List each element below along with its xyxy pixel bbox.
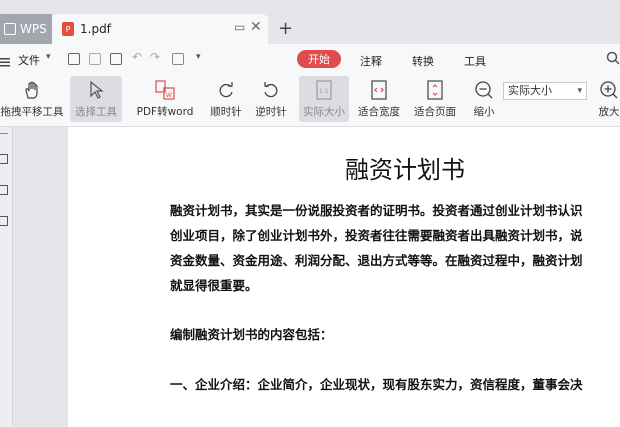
- fit-page-icon: [424, 79, 446, 101]
- rotate-clockwise-button[interactable]: 顺时针: [206, 76, 246, 122]
- tab-document[interactable]: P 1.pdf ▭ ✕: [52, 14, 268, 44]
- fit-width-icon: [368, 79, 390, 101]
- menu-start[interactable]: 开始: [297, 50, 341, 68]
- zoom-level-select[interactable]: 实际大小 ▾: [503, 82, 587, 100]
- document-title: 融资计划书: [345, 156, 465, 184]
- paragraph-line: 就显得很重要。: [170, 278, 258, 293]
- redo-icon[interactable]: ↷: [150, 50, 160, 64]
- annotation-list-icon[interactable]: [0, 216, 8, 226]
- zoom-level-value: 实际大小: [508, 84, 552, 97]
- menu-file[interactable]: 文件: [18, 52, 40, 68]
- wps-logo-icon: [4, 23, 16, 35]
- zoom-out-icon: [473, 79, 495, 101]
- search-icon[interactable]: [606, 50, 620, 69]
- actual-size-button[interactable]: 1:1 实际大小: [299, 76, 349, 122]
- save-icon[interactable]: [89, 53, 101, 65]
- left-sidebar: [0, 127, 13, 426]
- pdf-file-icon: P: [62, 22, 74, 36]
- window-restore-icon[interactable]: ▭: [234, 20, 245, 34]
- tab-document-label: 1.pdf: [80, 22, 111, 36]
- rotate-counterclockwise-icon: [260, 79, 282, 101]
- open-folder-icon[interactable]: [68, 53, 80, 65]
- pdf-to-word-label: PDF转word: [136, 106, 194, 118]
- select-tool-button[interactable]: 选择工具: [70, 76, 122, 122]
- print-icon[interactable]: [110, 53, 122, 65]
- menu-annotate[interactable]: 注释: [360, 53, 382, 69]
- cursor-arrow-icon: [85, 79, 107, 101]
- fit-page-label: 适合页面: [414, 106, 456, 118]
- paragraph-line: 资金数量、资金用途、利润分配、退出方式等等。在融资过程中，融资计划: [170, 253, 583, 268]
- close-tab-icon[interactable]: ✕: [250, 19, 262, 35]
- menu-convert[interactable]: 转换: [412, 53, 434, 69]
- new-tab-button[interactable]: +: [278, 18, 293, 39]
- zoom-in-icon: [598, 79, 620, 101]
- pan-tool-label: 拖拽平移工具: [0, 106, 64, 118]
- select-tool-label: 选择工具: [75, 106, 117, 118]
- hand-icon: [21, 79, 43, 101]
- tab-wps-label: WPS: [20, 22, 47, 36]
- zoom-in-button[interactable]: 放大: [594, 76, 620, 122]
- tab-wps[interactable]: WPS: [0, 14, 52, 44]
- zoom-dropdown-icon: ▾: [577, 86, 582, 96]
- zoom-out-label: 缩小: [473, 106, 495, 118]
- quick-access-dropdown-icon[interactable]: ▾: [196, 52, 201, 62]
- rotate-counterclockwise-button[interactable]: 逆时针: [251, 76, 291, 122]
- zoom-out-button[interactable]: 缩小: [468, 76, 500, 122]
- section-heading: 编制融资计划书的内容包括：: [170, 327, 333, 342]
- rotate-counterclockwise-label: 逆时针: [255, 106, 287, 118]
- rotate-clockwise-icon: [215, 79, 237, 101]
- paragraph-line: 融资计划书，其实是一份说服投资者的证明书。投资者通过创业计划书认识: [170, 203, 583, 218]
- export-icon[interactable]: [172, 53, 184, 65]
- paragraph-line: 创业项目，除了创业计划书外，投资者往往需要融资者出具融资计划书，说: [170, 228, 583, 243]
- pdf-to-word-icon: W: [154, 79, 176, 101]
- zoom-in-label: 放大: [598, 106, 620, 118]
- undo-icon[interactable]: ↶: [132, 50, 142, 64]
- pan-tool-button[interactable]: 拖拽平移工具: [0, 76, 64, 122]
- actual-size-label: 实际大小: [303, 106, 345, 118]
- bookmark-icon[interactable]: [0, 185, 8, 195]
- fit-width-label: 适合宽度: [358, 106, 400, 118]
- fit-page-button[interactable]: 适合页面: [410, 76, 460, 122]
- svg-text:W: W: [166, 92, 172, 99]
- hamburger-menu-icon[interactable]: [0, 52, 12, 67]
- fit-width-button[interactable]: 适合宽度: [355, 76, 403, 122]
- pdf-to-word-button[interactable]: W PDF转word: [134, 76, 196, 122]
- rotate-clockwise-label: 顺时针: [210, 106, 242, 118]
- svg-text:1:1: 1:1: [319, 88, 329, 95]
- sidebar-divider: [0, 133, 8, 134]
- thumbnail-icon[interactable]: [0, 154, 8, 164]
- actual-size-icon: 1:1: [313, 79, 335, 101]
- file-dropdown-icon[interactable]: ▾: [46, 52, 51, 62]
- menu-tools[interactable]: 工具: [464, 53, 486, 69]
- list-item: 一、企业介绍：企业简介，企业现状，现有股东实力，资信程度，董事会决: [170, 377, 583, 392]
